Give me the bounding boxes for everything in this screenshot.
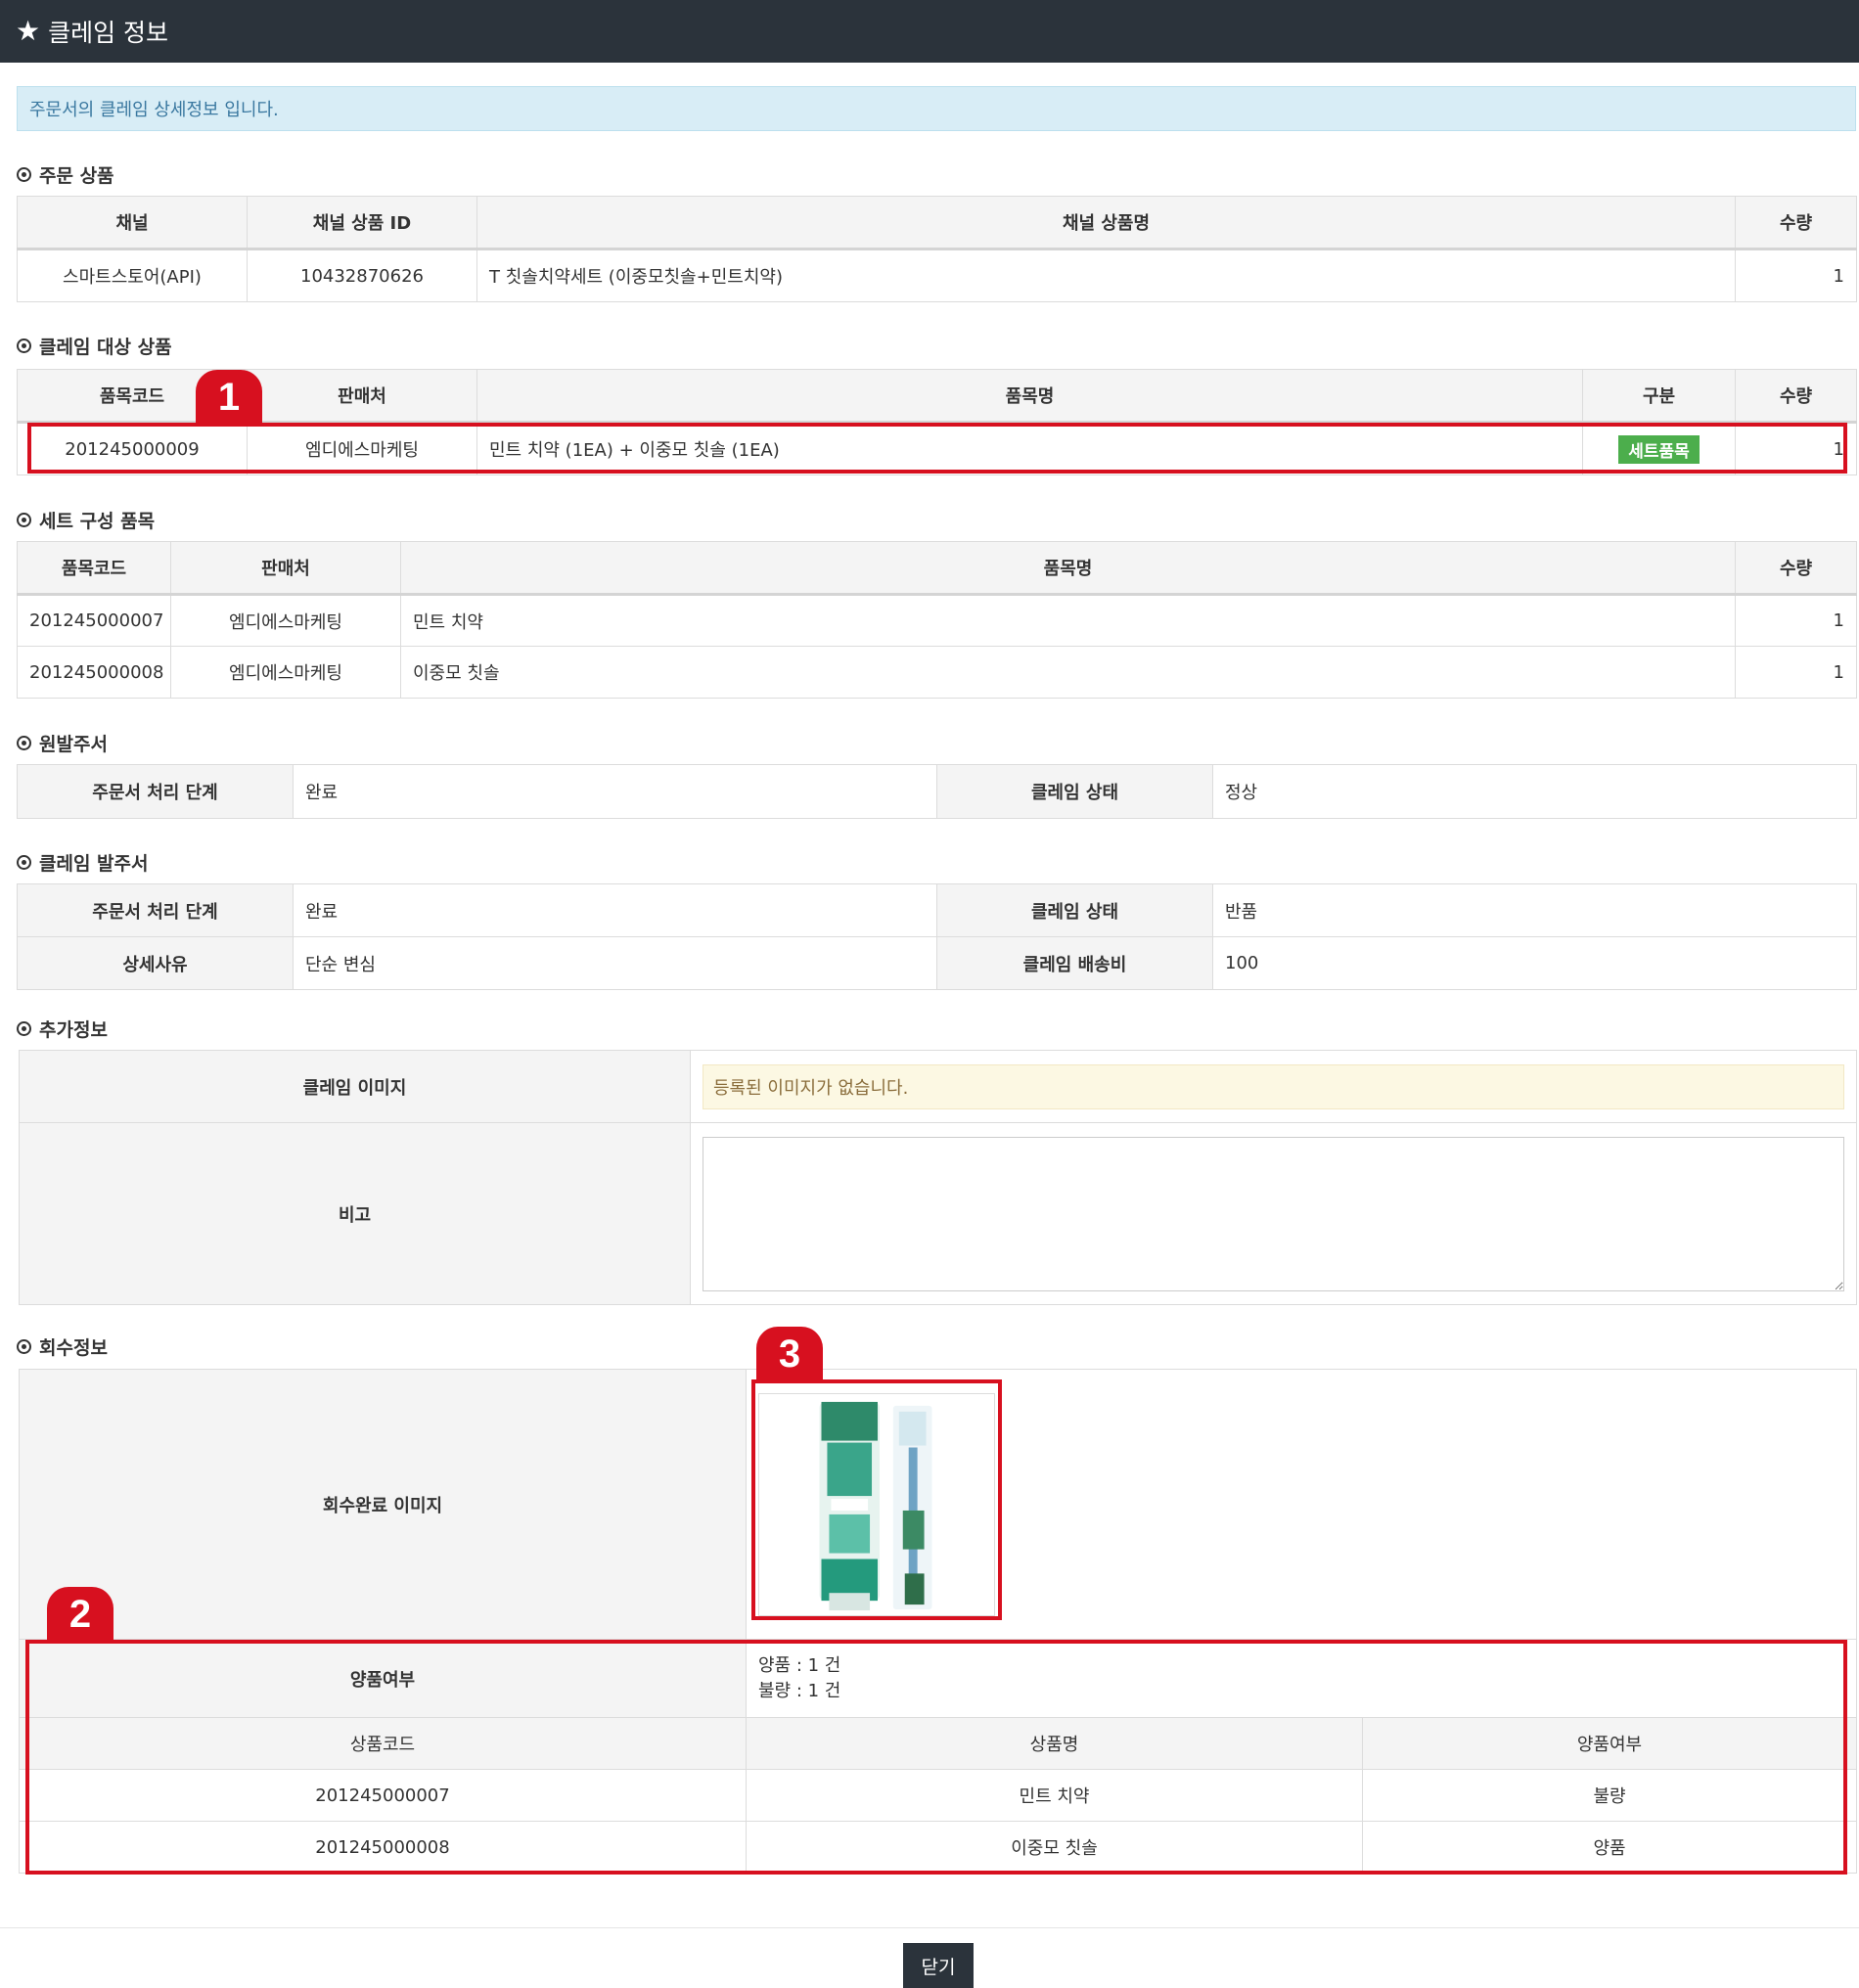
marker-1: 1 (196, 370, 262, 425)
highlight-box-1 (27, 423, 1847, 474)
star-icon: ★ (16, 15, 41, 47)
column-header: 품목명 (400, 541, 1736, 596)
column-header: 판매처 (170, 541, 401, 596)
circle-dot-icon (17, 855, 31, 870)
column-header: 구분 (1582, 369, 1736, 424)
circle-dot-icon (17, 736, 31, 750)
original-order-table: 주문서 처리 단계 완료 클레임 상태 정상 (17, 764, 1857, 819)
circle-dot-icon (17, 339, 31, 353)
section-order-products: 주문 상품 (17, 161, 114, 188)
circle-dot-icon (17, 1339, 31, 1354)
column-header: 품목명 (476, 369, 1583, 424)
table-row: 201245000008 엠디에스마케팅 이중모 칫솔 1 (17, 646, 1857, 699)
highlight-box-2 (25, 1640, 1847, 1875)
memo-textarea[interactable] (703, 1136, 1844, 1291)
order-products-table: 채널 채널 상품 ID 채널 상품명 수량 스마트스토어(API) 104328… (17, 196, 1857, 302)
highlight-box-3 (751, 1379, 1002, 1620)
section-claim-order: 클레임 발주서 (17, 849, 149, 876)
page-title: 클레임 정보 (48, 19, 169, 47)
table-row: 201245000007 엠디에스마케팅 민트 치약 1 (17, 594, 1857, 647)
circle-dot-icon (17, 1021, 31, 1036)
table-row: 스마트스토어(API) 10432870626 T 칫솔치약세트 (이중모칫솔+… (17, 248, 1857, 302)
section-set-items: 세트 구성 품목 (17, 507, 155, 533)
footer-divider (0, 1927, 1859, 1928)
marker-3: 3 (756, 1327, 823, 1381)
section-claim-target: 클레임 대상 상품 (17, 333, 172, 359)
column-header: 채널 상품명 (476, 196, 1736, 250)
title-bar: ★ 클레임 정보 (0, 0, 1859, 63)
close-button[interactable]: 닫기 (903, 1943, 974, 1988)
marker-2: 2 (47, 1587, 113, 1642)
no-image-notice: 등록된 이미지가 없습니다. (703, 1063, 1844, 1109)
column-header: 채널 상품 ID (247, 196, 477, 250)
section-recovery: 회수정보 (17, 1333, 108, 1360)
info-notice: 주문서의 클레임 상세정보 입니다. (17, 86, 1856, 131)
extra-info-table: 클레임 이미지 등록된 이미지가 없습니다. 비고 (19, 1050, 1857, 1305)
circle-dot-icon (17, 513, 31, 527)
circle-dot-icon (17, 167, 31, 182)
section-extra-info: 추가정보 (17, 1016, 108, 1042)
column-header: 판매처 (247, 369, 477, 424)
section-original-order: 원발주서 (17, 730, 108, 756)
column-header: 수량 (1735, 196, 1857, 250)
column-header: 품목코드 (17, 541, 171, 596)
set-items-table: 품목코드 판매처 품목명 수량 201245000007 엠디에스마케팅 민트 … (17, 541, 1857, 699)
column-header: 수량 (1735, 541, 1857, 596)
claim-order-table: 주문서 처리 단계 완료 클레임 상태 반품 상세사유 단순 변심 클레임 배송… (17, 883, 1857, 990)
column-header: 수량 (1735, 369, 1857, 424)
column-header: 채널 (17, 196, 248, 250)
